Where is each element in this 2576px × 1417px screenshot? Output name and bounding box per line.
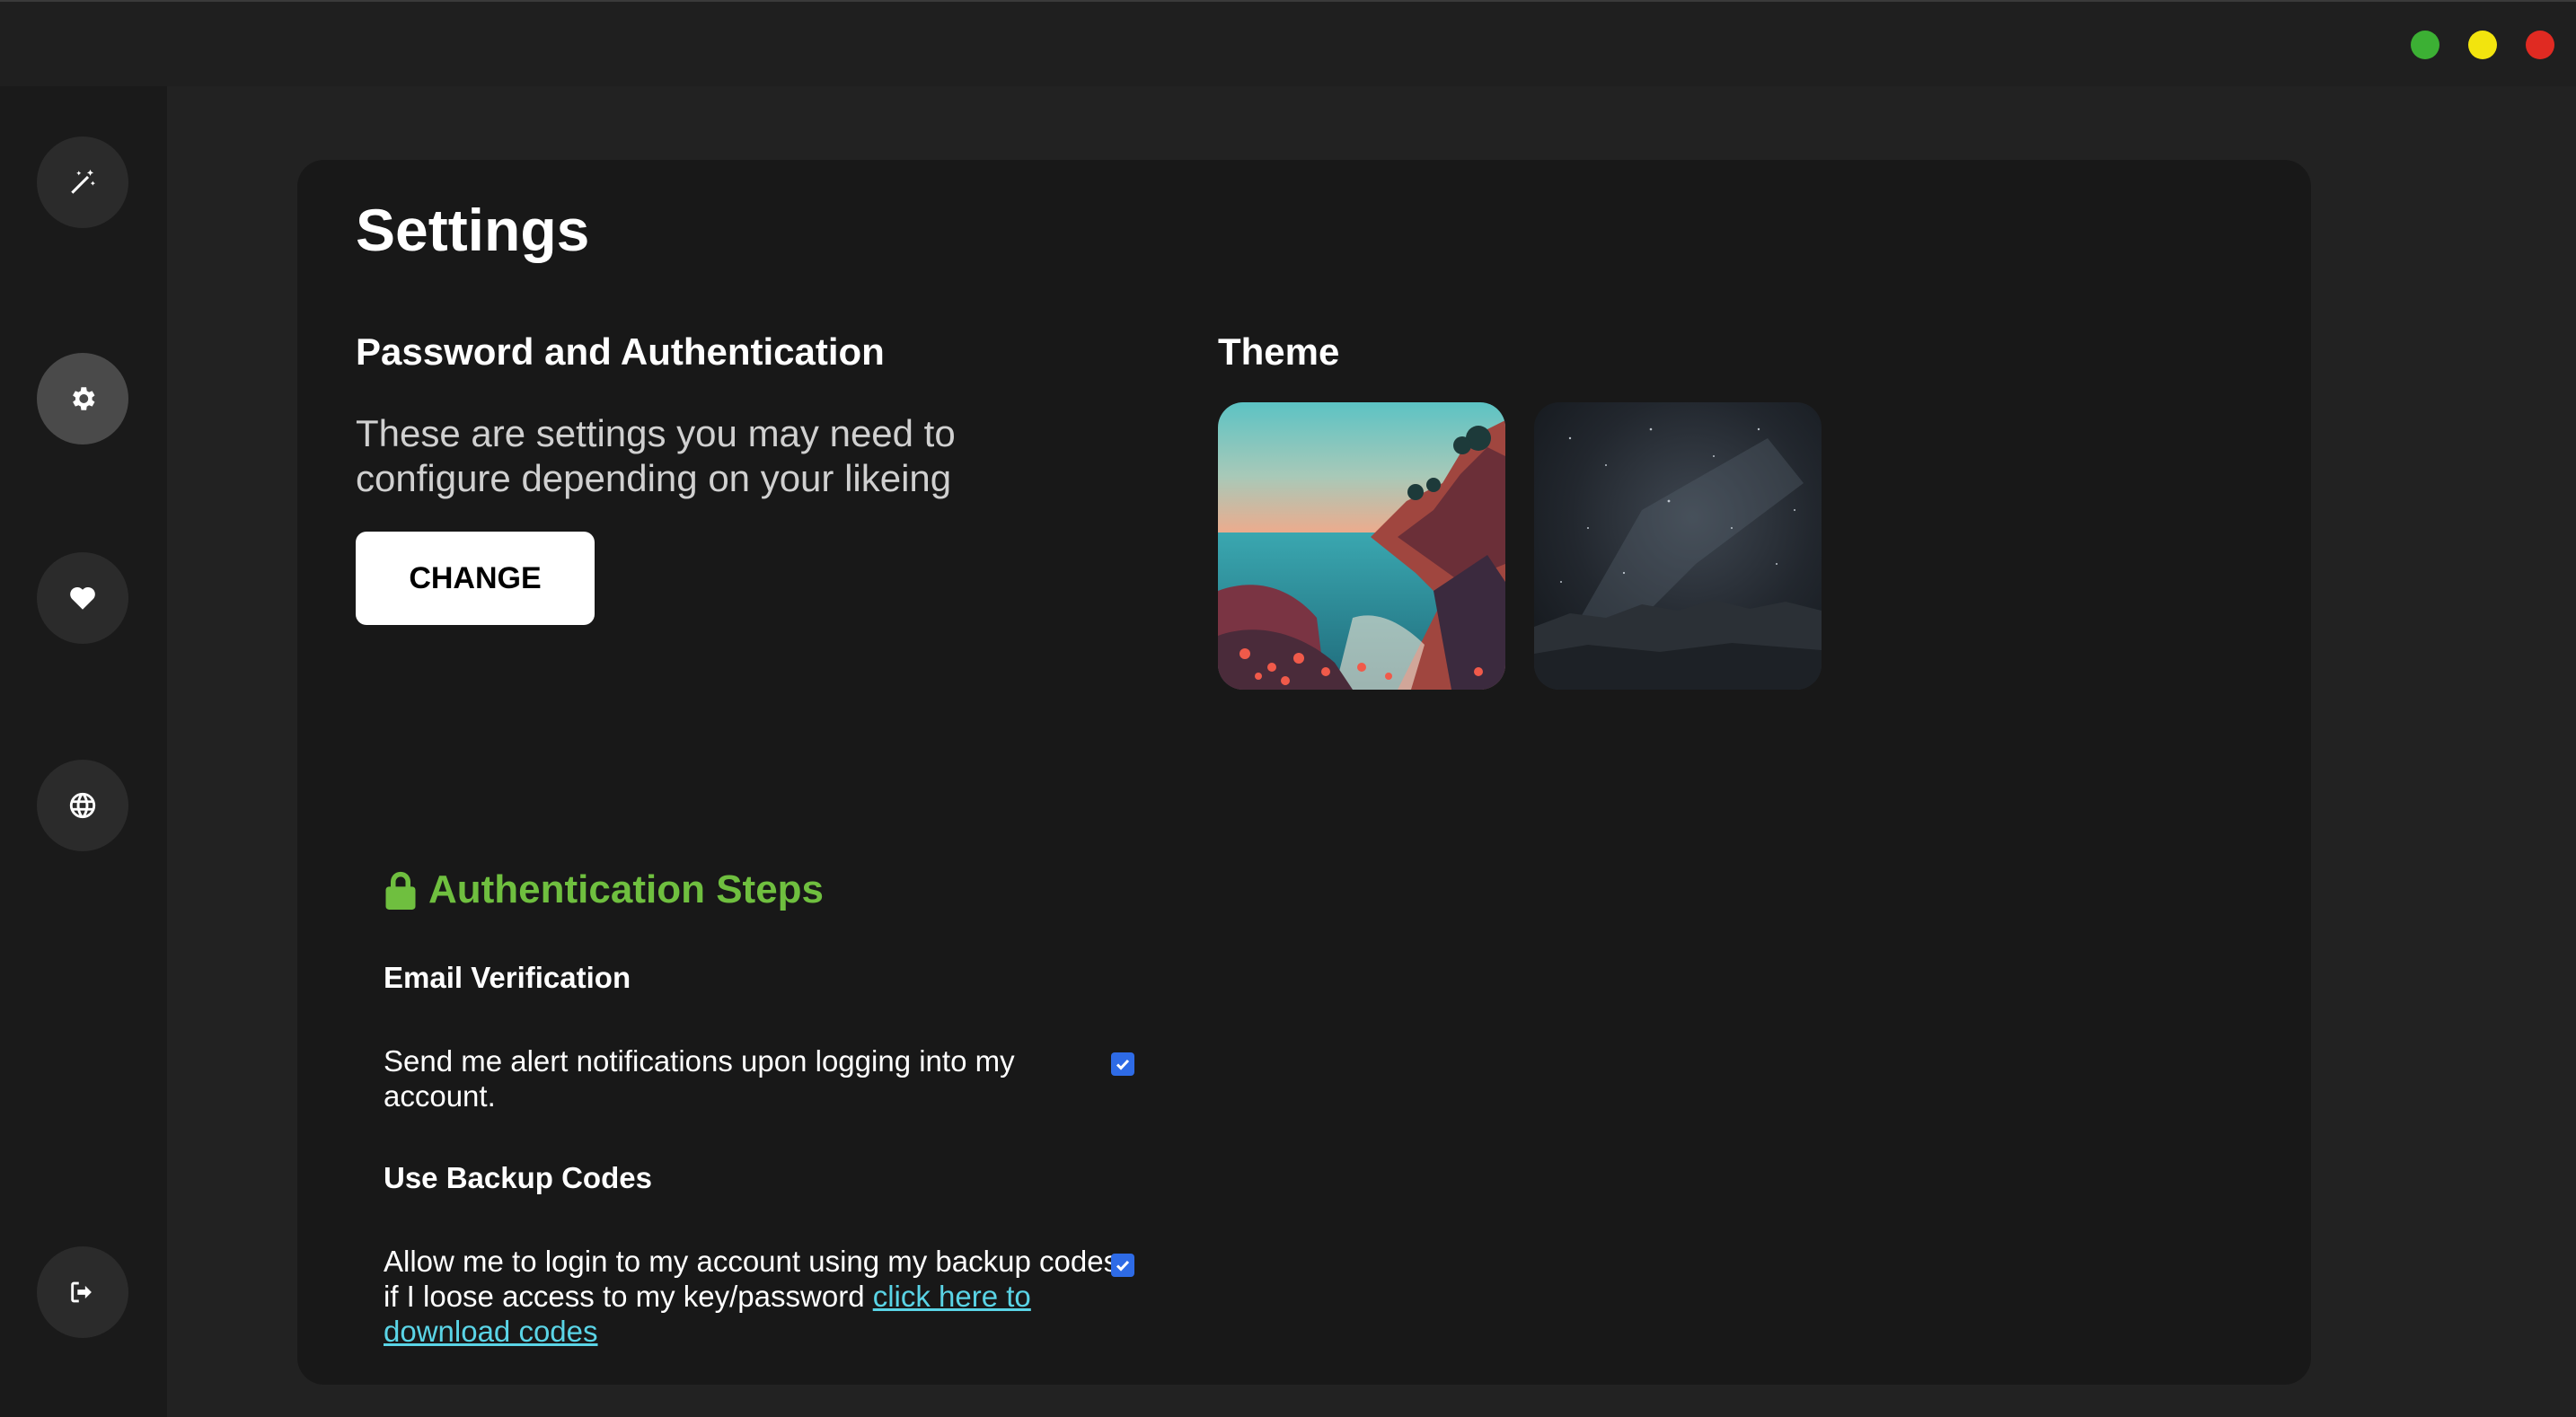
theme-section-heading: Theme: [1218, 330, 1340, 373]
sidebar: [0, 86, 167, 1417]
heart-icon: [70, 586, 95, 610]
gear-icon: [73, 387, 95, 410]
email-verification-title: Email Verification: [384, 961, 631, 994]
app-window: Settings Password and Authentication The…: [0, 0, 2576, 1417]
page-title: Settings: [356, 197, 590, 263]
night-sky-image: [1534, 402, 1822, 690]
coastal-sunset-image: [1218, 402, 1505, 690]
email-verification-description: Send me alert notifications upon logging…: [384, 1044, 1015, 1113]
window-green-button[interactable]: [2411, 31, 2439, 59]
sidebar-item-magic[interactable]: [37, 136, 128, 228]
check-icon: [1116, 1059, 1130, 1070]
sidebar-item-favorites[interactable]: [37, 552, 128, 644]
window-yellow-button[interactable]: [2468, 31, 2497, 59]
password-section-heading: Password and Authentication: [356, 330, 885, 373]
lock-icon: [385, 871, 416, 910]
backup-codes-checkbox[interactable]: [1111, 1254, 1134, 1277]
globe-icon: [69, 792, 96, 819]
sidebar-item-logout[interactable]: [37, 1246, 128, 1338]
settings-card: Settings Password and Authentication The…: [297, 160, 2311, 1385]
auth-steps-title: Authentication Steps: [428, 867, 825, 911]
backup-codes-title: Use Backup Codes: [384, 1161, 652, 1194]
window-controls: [2411, 31, 2554, 59]
logout-icon: [71, 1281, 92, 1303]
check-icon: [1116, 1260, 1130, 1272]
email-verification-checkbox[interactable]: [1111, 1052, 1134, 1076]
sidebar-item-settings[interactable]: [37, 353, 128, 444]
sidebar-item-language[interactable]: [37, 760, 128, 851]
backup-codes-description: Allow me to login to my account using my…: [384, 1244, 1120, 1349]
magic-wand-icon: [71, 169, 95, 194]
theme-option-coastal[interactable]: [1218, 402, 1505, 690]
theme-option-night[interactable]: [1534, 402, 1822, 690]
change-button[interactable]: CHANGE: [356, 532, 595, 625]
auth-steps-heading: Authentication Steps: [384, 867, 824, 912]
window-red-button[interactable]: [2526, 31, 2554, 59]
password-section-description: These are settings you may need to confi…: [356, 412, 956, 499]
